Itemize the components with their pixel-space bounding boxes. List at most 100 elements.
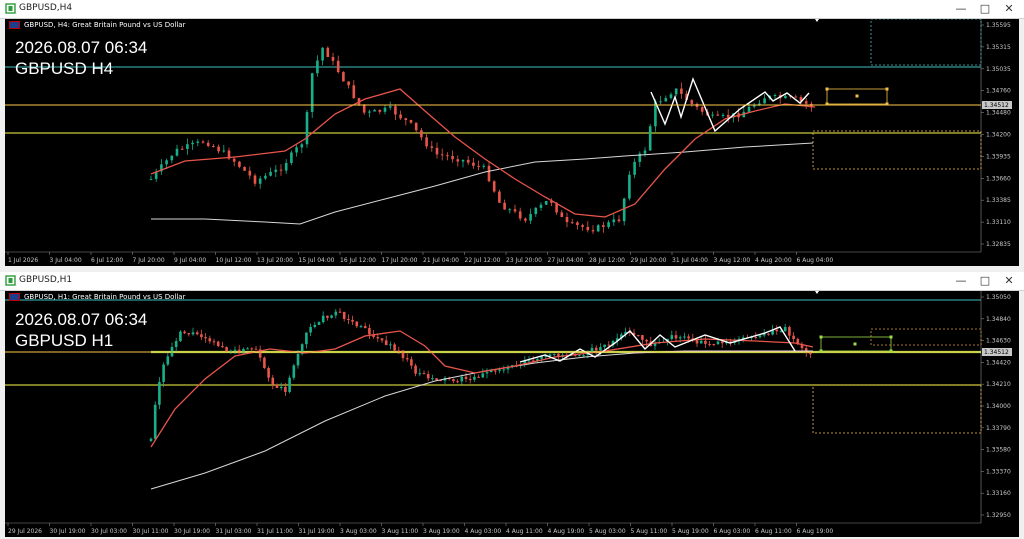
maximize-icon[interactable]: □ bbox=[974, 272, 996, 290]
window-titlebar-h1[interactable]: GBPUSD,H1 — □ ✕ bbox=[0, 272, 1024, 291]
candle-body bbox=[174, 341, 178, 347]
candle-body bbox=[269, 171, 272, 176]
candle-body bbox=[602, 225, 605, 227]
candle-body bbox=[687, 336, 690, 339]
candle-body bbox=[607, 222, 610, 227]
candle-body bbox=[397, 350, 401, 352]
chart-shift-triangle[interactable] bbox=[815, 291, 819, 294]
price-tick-label: 1.32950 bbox=[986, 512, 1011, 519]
candle-body bbox=[636, 334, 640, 336]
window-title: GBPUSD,H1 bbox=[19, 275, 73, 285]
candle-body bbox=[363, 326, 367, 329]
candle-body bbox=[221, 346, 224, 348]
candle-body bbox=[248, 170, 252, 176]
candle-body bbox=[279, 386, 283, 388]
candle-body bbox=[191, 142, 194, 145]
candle-body bbox=[527, 360, 531, 362]
candle-body bbox=[460, 376, 464, 382]
candle-body bbox=[267, 368, 270, 378]
candle-body bbox=[187, 333, 191, 335]
candle-body bbox=[612, 219, 616, 223]
time-tick-label: 22 Jul 12:00 bbox=[465, 257, 501, 264]
zone-marker-point bbox=[825, 87, 829, 91]
price-chart-h1[interactable]: 1.35050 1.34840 1.34630 1.34420 1.34210 1.340… bbox=[5, 291, 1019, 537]
candle-body bbox=[552, 353, 556, 355]
price-tick-label: 1.34000 bbox=[986, 403, 1011, 410]
projection-zone-box[interactable] bbox=[812, 130, 982, 170]
candle-body bbox=[292, 365, 296, 378]
candle-body bbox=[648, 126, 652, 151]
minimize-icon[interactable]: — bbox=[950, 0, 972, 18]
candle-body bbox=[206, 142, 210, 146]
time-tick-label: 30 Jul 11:00 bbox=[133, 528, 169, 535]
time-tick-label: 31 Jul 03:00 bbox=[216, 528, 252, 535]
candle-body bbox=[305, 332, 308, 345]
minimize-icon[interactable]: — bbox=[950, 272, 972, 290]
candle-body bbox=[590, 347, 594, 352]
time-tick-label: 6 Aug 11:00 bbox=[755, 528, 792, 535]
close-icon[interactable]: ✕ bbox=[998, 272, 1020, 290]
candle-body bbox=[414, 122, 418, 131]
close-icon[interactable]: ✕ bbox=[998, 0, 1020, 18]
price-chart-h4[interactable]: 1.35595 1.35315 1.35035 1.34760 1.34480 1.342… bbox=[5, 19, 1019, 266]
zone-marker-point bbox=[853, 342, 857, 346]
time-tick-label: 28 Jul 12:00 bbox=[589, 257, 625, 264]
time-tick-label: 6 Aug 03:00 bbox=[714, 528, 751, 535]
maximize-icon[interactable]: □ bbox=[974, 0, 996, 18]
price-tick-label: 1.33160 bbox=[986, 490, 1011, 497]
flag-icon bbox=[9, 293, 20, 301]
chart-canvas-h1[interactable]: 1.35050 1.34840 1.34630 1.34420 1.34210 1.340… bbox=[5, 291, 1019, 537]
time-tick-label: 23 Jul 20:00 bbox=[506, 257, 542, 264]
chart-canvas-h4[interactable]: 1.35595 1.35315 1.35035 1.34760 1.34480 1.342… bbox=[5, 19, 1019, 266]
candle-body bbox=[716, 341, 720, 345]
candle-body bbox=[430, 146, 434, 148]
candle-body bbox=[250, 348, 254, 350]
candle-body bbox=[383, 107, 387, 112]
candle-body bbox=[208, 338, 212, 342]
candle-body bbox=[420, 130, 423, 138]
current-price-label: 1.34512 bbox=[984, 349, 1009, 356]
time-tick-label: 5 Aug 11:00 bbox=[631, 528, 668, 535]
candle-body bbox=[461, 159, 465, 162]
upper-zone-box[interactable] bbox=[870, 19, 982, 66]
candle-body bbox=[431, 378, 434, 380]
candle-body bbox=[767, 333, 770, 335]
price-tick-label: 1.33790 bbox=[986, 425, 1011, 432]
chart-window-h1: GBPUSD,H1 — □ ✕ 1.35050 1.34840 1.34630 1.3… bbox=[0, 272, 1024, 539]
candle-body bbox=[492, 181, 496, 192]
candle-body bbox=[641, 335, 644, 340]
price-tick-label: 1.34840 bbox=[986, 316, 1011, 323]
candle-body bbox=[711, 114, 714, 116]
candle-body bbox=[380, 338, 384, 341]
time-tick-label: 30 Jul 19:00 bbox=[174, 528, 210, 535]
candle-body bbox=[758, 335, 762, 338]
candle-body bbox=[183, 331, 186, 334]
candle-body bbox=[481, 373, 485, 378]
candle-body bbox=[560, 212, 564, 218]
candle-body bbox=[809, 352, 812, 355]
candle-body bbox=[435, 378, 438, 381]
candle-body bbox=[747, 106, 751, 112]
candle-body bbox=[678, 337, 682, 339]
candle-body bbox=[670, 335, 674, 339]
candle-body bbox=[674, 88, 678, 95]
zone-marker-point bbox=[889, 335, 893, 339]
candle-body bbox=[594, 347, 598, 351]
candle-body bbox=[409, 120, 413, 123]
candle-body bbox=[704, 340, 707, 344]
candle-body bbox=[792, 335, 795, 339]
candle-body bbox=[425, 137, 428, 147]
candle-body bbox=[225, 347, 228, 352]
projection-zone-box[interactable] bbox=[812, 384, 982, 434]
candle-body bbox=[524, 218, 527, 221]
symbol-info: GBPUSD, H4: Great Britain Pound vs US Do… bbox=[9, 21, 185, 29]
zone-marker-point bbox=[825, 102, 829, 106]
window-titlebar-h4[interactable]: GBPUSD,H4 — □ ✕ bbox=[0, 0, 1024, 19]
price-tick-label: 1.33370 bbox=[986, 468, 1011, 475]
window-title: GBPUSD,H4 bbox=[19, 3, 73, 13]
time-tick-label: 15 Jul 04:00 bbox=[299, 257, 335, 264]
candle-body bbox=[217, 146, 220, 152]
chart-shift-triangle[interactable] bbox=[815, 19, 819, 22]
price-tick-label: 1.33385 bbox=[986, 197, 1011, 204]
candle-body bbox=[242, 348, 245, 354]
